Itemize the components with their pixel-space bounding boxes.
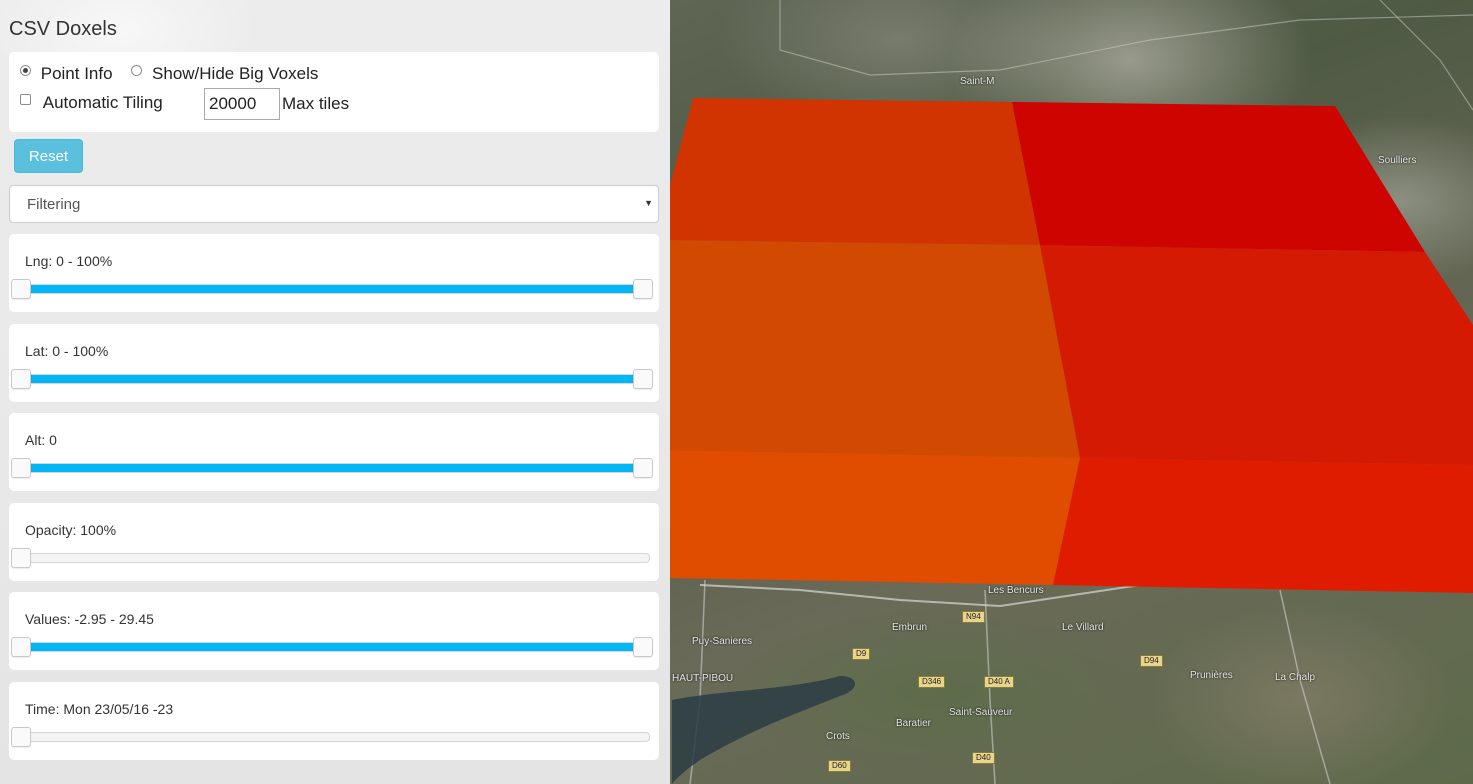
slider-label: Time: Mon 23/05/16 -23 <box>25 701 174 717</box>
slider-handle-low[interactable] <box>11 458 31 478</box>
chevron-down-icon: ▼ <box>644 198 653 208</box>
road-badge: N94 <box>962 611 985 623</box>
slider-handle-low[interactable] <box>11 279 31 299</box>
slider-handle-low[interactable] <box>11 637 31 657</box>
slider-handle-high[interactable] <box>633 369 653 389</box>
slider-box-opacity: Opacity: 100% <box>9 503 659 581</box>
map-label: Embrun <box>892 622 928 633</box>
big-voxels-label[interactable]: Show/Hide Big Voxels <box>152 64 318 83</box>
road-badge: D40 A <box>984 676 1014 688</box>
control-panel: CSV Doxels Point Info Show/Hide Big Voxe… <box>0 0 670 784</box>
filter-select-value: Filtering <box>27 196 81 213</box>
lng-slider-track[interactable] <box>11 279 653 299</box>
slider-box-lat: Lat: 0 - 100% <box>9 324 659 402</box>
slider-handle-low[interactable] <box>11 369 31 389</box>
map-label: Le Villard <box>1062 622 1104 633</box>
map-label: Saint-M <box>960 76 995 87</box>
options-box: Point Info Show/Hide Big Voxels Automati… <box>9 52 659 132</box>
map-label: HAUT-PIBOU <box>672 673 734 684</box>
slider-box-values: Values: -2.95 - 29.45 <box>9 592 659 670</box>
voxel-block <box>670 98 1040 245</box>
road-badge: D40 <box>972 752 995 764</box>
slider-box-alt: Alt: 0 <box>9 413 659 491</box>
map-label: Saint-Sauveur <box>949 707 1013 718</box>
automatic-tiling-checkbox[interactable] <box>20 94 31 105</box>
slider-handle[interactable] <box>11 548 31 568</box>
slider-handle[interactable] <box>11 727 31 747</box>
filter-select[interactable]: Filtering ▼ <box>9 185 659 223</box>
slider-handle-high[interactable] <box>633 637 653 657</box>
slider-fill <box>19 375 651 383</box>
slider-label: Lat: 0 - 100% <box>25 343 109 359</box>
max-tiles-label: Max tiles <box>282 94 350 113</box>
big-voxels-radio[interactable] <box>131 65 143 76</box>
map-label: La Chalp <box>1275 672 1316 683</box>
alt-slider-track[interactable] <box>11 458 653 478</box>
voxel-block <box>670 240 1080 458</box>
map-label: Les Bencurs <box>988 585 1044 596</box>
slider-label: Lng: 0 - 100% <box>25 253 113 269</box>
slider-label: Opacity: 100% <box>25 522 117 538</box>
road-badge: D60 <box>828 760 851 772</box>
max-tiles-input[interactable] <box>204 88 280 120</box>
slider-handle-high[interactable] <box>633 458 653 478</box>
voxel-block <box>670 450 1080 585</box>
slider-fill <box>19 464 651 472</box>
road-badge: D346 <box>918 676 946 688</box>
values-slider-track[interactable] <box>11 637 653 657</box>
voxel-block <box>1040 245 1473 465</box>
voxel-block <box>1012 102 1425 252</box>
time-slider-track[interactable] <box>11 727 650 747</box>
automatic-tiling-label: Automatic Tiling <box>42 93 163 112</box>
road-badge: D94 <box>1140 655 1163 667</box>
point-info-radio[interactable] <box>20 65 31 76</box>
voxel-block <box>1053 458 1473 593</box>
lat-slider-track[interactable] <box>11 369 653 389</box>
slider-box-time: Time: Mon 23/05/16 -23 <box>9 682 659 760</box>
panel-title: CSV Doxels <box>9 18 117 40</box>
slider-handle-high[interactable] <box>633 279 653 299</box>
slider-label: Alt: 0 <box>25 432 57 448</box>
map-label: Soulliers <box>1378 155 1417 166</box>
map-label: Crots <box>826 731 850 742</box>
reset-button[interactable]: Reset <box>14 139 83 173</box>
road-badge: D9 <box>852 648 871 660</box>
map-label: Baratier <box>896 718 932 729</box>
map-label: Prunières <box>1190 670 1233 681</box>
opacity-slider-track[interactable] <box>11 548 650 568</box>
slider-fill <box>19 285 651 293</box>
slider-box-lng: Lng: 0 - 100% <box>9 234 659 312</box>
slider-label: Values: -2.95 - 29.45 <box>25 611 154 627</box>
point-info-label[interactable]: Point Info <box>41 64 113 83</box>
slider-fill <box>19 643 651 651</box>
map-label: Puy-Sanieres <box>692 636 753 647</box>
